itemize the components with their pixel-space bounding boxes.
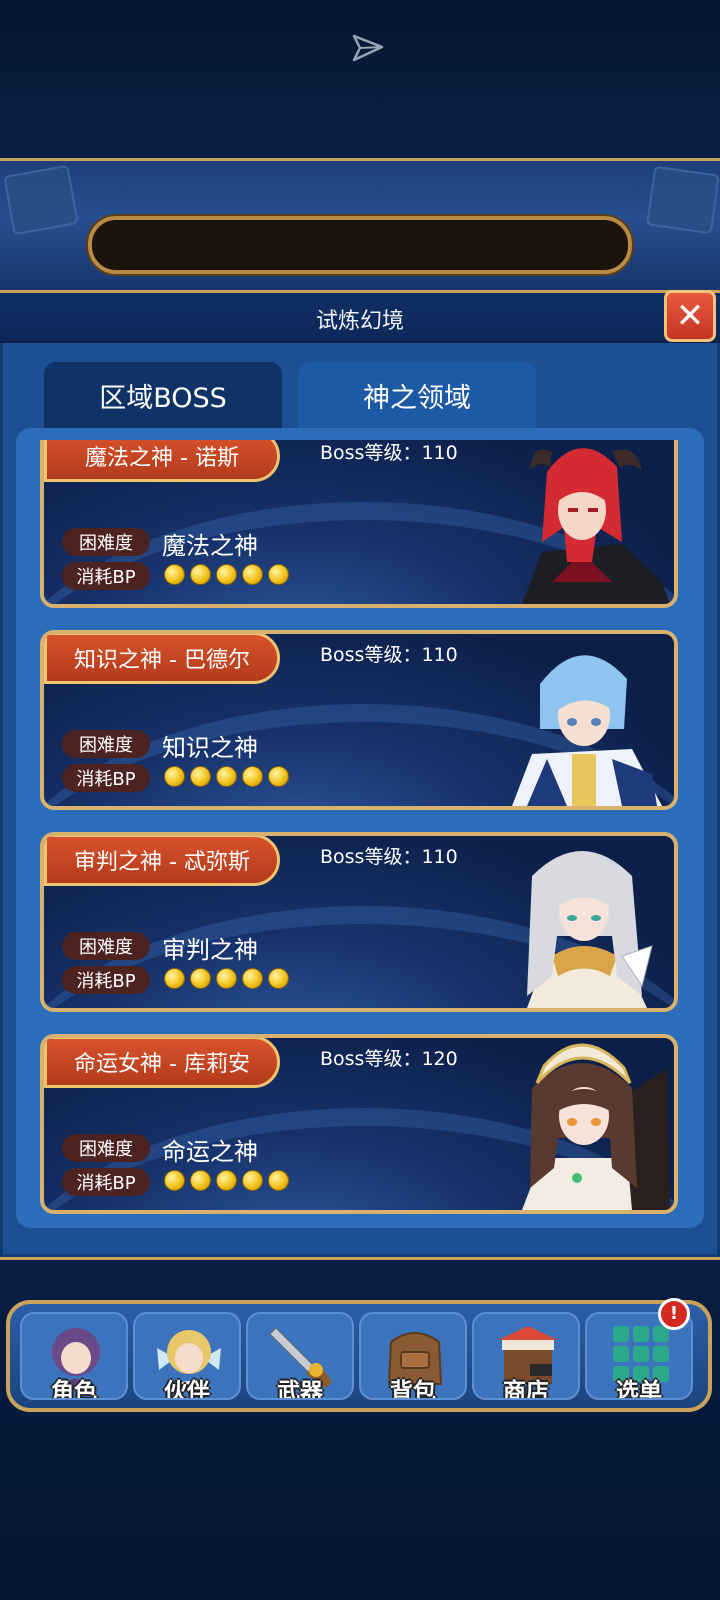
boss-card[interactable]: 命运女神 - 库莉安 Boss等级：120 困难度 命运之神 消耗BP bbox=[40, 1034, 678, 1214]
bp-coin-icon bbox=[242, 564, 263, 585]
bp-coin-icon bbox=[242, 1170, 263, 1191]
bp-coin-icon bbox=[216, 968, 237, 989]
boss-portrait-silver-haired-goddess bbox=[527, 851, 653, 1008]
boss-name-plate: 魔法之神 - 诺斯 bbox=[44, 440, 280, 482]
bp-cost-label: 消耗BP bbox=[62, 1168, 150, 1196]
bp-coin-icon bbox=[190, 968, 211, 989]
boss-portrait-blue-haired-god bbox=[512, 655, 662, 806]
boss-level: Boss等级：120 bbox=[320, 1048, 458, 1070]
bp-coin-icon bbox=[190, 1170, 211, 1191]
bp-coins bbox=[164, 766, 289, 787]
bp-coins bbox=[164, 564, 289, 585]
difficulty-label: 困难度 bbox=[62, 932, 150, 960]
tab-zone-boss[interactable]: 区域BOSS bbox=[44, 362, 282, 428]
boss-name-plate: 审判之神 - 忒弥斯 bbox=[44, 836, 280, 886]
nav-shop-button[interactable]: 商店 bbox=[472, 1312, 580, 1400]
bp-coin-icon bbox=[164, 1170, 185, 1191]
boss-card[interactable]: 知识之神 - 巴德尔 Boss等级：110 困难度 知识之神 消耗BP bbox=[40, 630, 678, 810]
bp-coin-icon bbox=[190, 564, 211, 585]
boss-list[interactable]: 魔法之神 - 诺斯 Boss等级：110 困难度 魔法之神 消耗BP 知识之神 … bbox=[36, 440, 684, 1232]
nav-label: 武器 bbox=[277, 1379, 323, 1400]
bp-cost-label: 消耗BP bbox=[62, 562, 150, 590]
bp-coin-icon bbox=[190, 766, 211, 787]
bp-coin-icon bbox=[268, 564, 289, 585]
boss-portrait-red-haired-god bbox=[522, 448, 670, 604]
difficulty-value: 审判之神 bbox=[162, 936, 258, 964]
bp-coins bbox=[164, 968, 289, 989]
panel-header: 试炼幻境 bbox=[0, 293, 720, 343]
bp-coin-icon bbox=[268, 968, 289, 989]
bp-coin-icon bbox=[164, 564, 185, 585]
difficulty-value: 魔法之神 bbox=[162, 532, 258, 560]
bp-coin-icon bbox=[268, 766, 289, 787]
tab-label: 区域BOSS bbox=[99, 382, 227, 414]
bp-coin-icon bbox=[216, 766, 237, 787]
quill-scroll-icon bbox=[646, 165, 720, 235]
close-icon: ✕ bbox=[675, 296, 705, 336]
difficulty-value: 知识之神 bbox=[162, 734, 258, 762]
nav-label: 伙伴 bbox=[164, 1379, 210, 1400]
bp-coin-icon bbox=[268, 1170, 289, 1191]
bp-coins bbox=[164, 1170, 289, 1191]
nav-backpack-button[interactable]: 背包 bbox=[359, 1312, 467, 1400]
boss-name-plate: 知识之神 - 巴德尔 bbox=[44, 634, 280, 684]
boss-card[interactable]: 审判之神 - 忒弥斯 Boss等级：110 困难度 审判之神 消耗BP bbox=[40, 832, 678, 1012]
tab-god-domain[interactable]: 神之领域 bbox=[298, 362, 536, 428]
bp-cost-label: 消耗BP bbox=[62, 966, 150, 994]
boss-card[interactable]: 魔法之神 - 诺斯 Boss等级：110 困难度 魔法之神 消耗BP bbox=[40, 440, 678, 608]
bp-coin-icon bbox=[242, 766, 263, 787]
send-icon[interactable] bbox=[350, 30, 386, 66]
panel-title: 试炼幻境 bbox=[315, 309, 404, 334]
nav-label: 角色 bbox=[51, 1379, 97, 1400]
nav-label: 商店 bbox=[503, 1379, 549, 1400]
nav-label: 背包 bbox=[390, 1379, 436, 1400]
boss-portrait-veiled-goddess bbox=[522, 1043, 670, 1210]
difficulty-label: 困难度 bbox=[62, 528, 150, 556]
nav-partner-button[interactable]: 伙伴 bbox=[133, 1312, 241, 1400]
difficulty-label: 困难度 bbox=[62, 1134, 150, 1162]
boss-level: Boss等级：110 bbox=[320, 644, 458, 666]
bp-coin-icon bbox=[164, 968, 185, 989]
nav-character-button[interactable]: 角色 bbox=[20, 1312, 128, 1400]
nav-weapon-button[interactable]: 武器 bbox=[246, 1312, 354, 1400]
boss-level: Boss等级：110 bbox=[320, 846, 458, 868]
bp-coin-icon bbox=[242, 968, 263, 989]
bp-coin-icon bbox=[216, 564, 237, 585]
bp-coin-icon bbox=[164, 766, 185, 787]
tab-label: 神之领域 bbox=[363, 382, 471, 414]
nav-label: 选单 bbox=[616, 1379, 662, 1400]
menu-alert-badge: ! bbox=[658, 1298, 690, 1330]
top-dialog-bar bbox=[88, 216, 632, 274]
difficulty-value: 命运之神 bbox=[162, 1138, 258, 1166]
bp-cost-label: 消耗BP bbox=[62, 764, 150, 792]
close-button[interactable]: ✕ bbox=[664, 290, 716, 342]
difficulty-label: 困难度 bbox=[62, 730, 150, 758]
scroll-left-icon bbox=[3, 164, 79, 236]
boss-name-plate: 命运女神 - 库莉安 bbox=[44, 1038, 280, 1088]
bp-coin-icon bbox=[216, 1170, 237, 1191]
boss-level: Boss等级：110 bbox=[320, 442, 458, 464]
